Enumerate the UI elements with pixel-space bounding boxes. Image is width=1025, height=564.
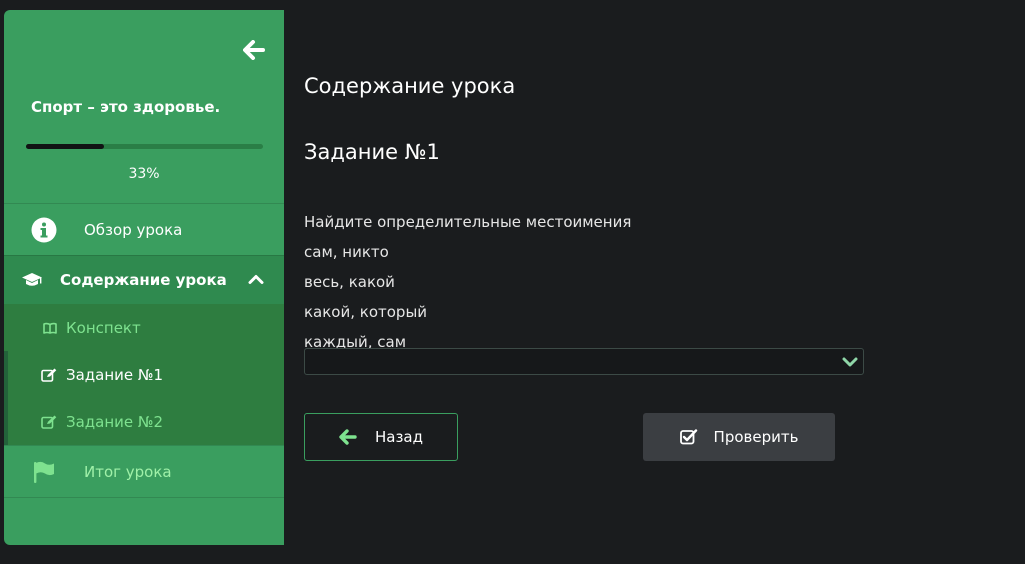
question-option: какой, который [304, 303, 428, 321]
submenu-item-task-2[interactable]: Задание №2 [4, 398, 284, 445]
task-title: Задание №1 [304, 140, 440, 164]
submenu-item-label: Конспект [66, 318, 141, 337]
sidebar-item-content[interactable]: Содержание урока [4, 255, 284, 304]
submenu-item-label: Задание №2 [66, 412, 164, 431]
sidebar-item-result[interactable]: Итог урока [4, 445, 284, 498]
sidebar-item-label: Содержание урока [60, 271, 227, 289]
check-button-label: Проверить [713, 428, 799, 446]
back-button[interactable]: Назад [304, 413, 458, 461]
submenu-item-summary[interactable]: Конспект [4, 304, 284, 351]
question-option: весь, какой [304, 273, 395, 291]
progress-bar-fill [26, 144, 105, 149]
progress-label: 33% [128, 166, 160, 182]
sidebar-item-label: Обзор урока [84, 220, 183, 239]
question-option: сам, никто [304, 243, 389, 261]
edit-icon [41, 368, 57, 382]
arrow-left-icon [339, 429, 357, 445]
chevron-down-icon [842, 357, 858, 367]
arrow-left-icon [243, 40, 265, 60]
sidebar-item-overview[interactable]: Обзор урока [4, 203, 284, 255]
answer-select[interactable] [304, 348, 864, 375]
edit-icon [41, 415, 57, 429]
sidebar-item-label: Итог урока [84, 462, 172, 481]
question-block: Найдите определительные местоимения сам,… [304, 207, 631, 357]
lesson-sidebar: Спорт – это здоровье. 33% Обзор урока Со… [4, 10, 284, 545]
book-open-icon [43, 322, 57, 334]
submenu-item-task-1[interactable]: Задание №1 [4, 351, 284, 398]
page-title: Содержание урока [304, 74, 516, 98]
course-title: Спорт – это здоровье. [31, 98, 221, 116]
submenu-item-label: Задание №1 [66, 365, 164, 384]
info-circle-icon [31, 217, 57, 242]
back-button-label: Назад [374, 428, 423, 446]
collapse-sidebar-button[interactable] [240, 36, 268, 64]
check-square-icon [679, 429, 697, 445]
chevron-up-icon [248, 275, 264, 284]
flag-icon [34, 461, 54, 483]
graduation-cap-icon [22, 273, 42, 286]
progress-bar [26, 144, 263, 149]
question-prompt: Найдите определительные местоимения [304, 213, 632, 231]
lesson-content-submenu: Конспект Задание №1 Задание №2 [4, 304, 284, 445]
check-button[interactable]: Проверить [643, 413, 835, 461]
